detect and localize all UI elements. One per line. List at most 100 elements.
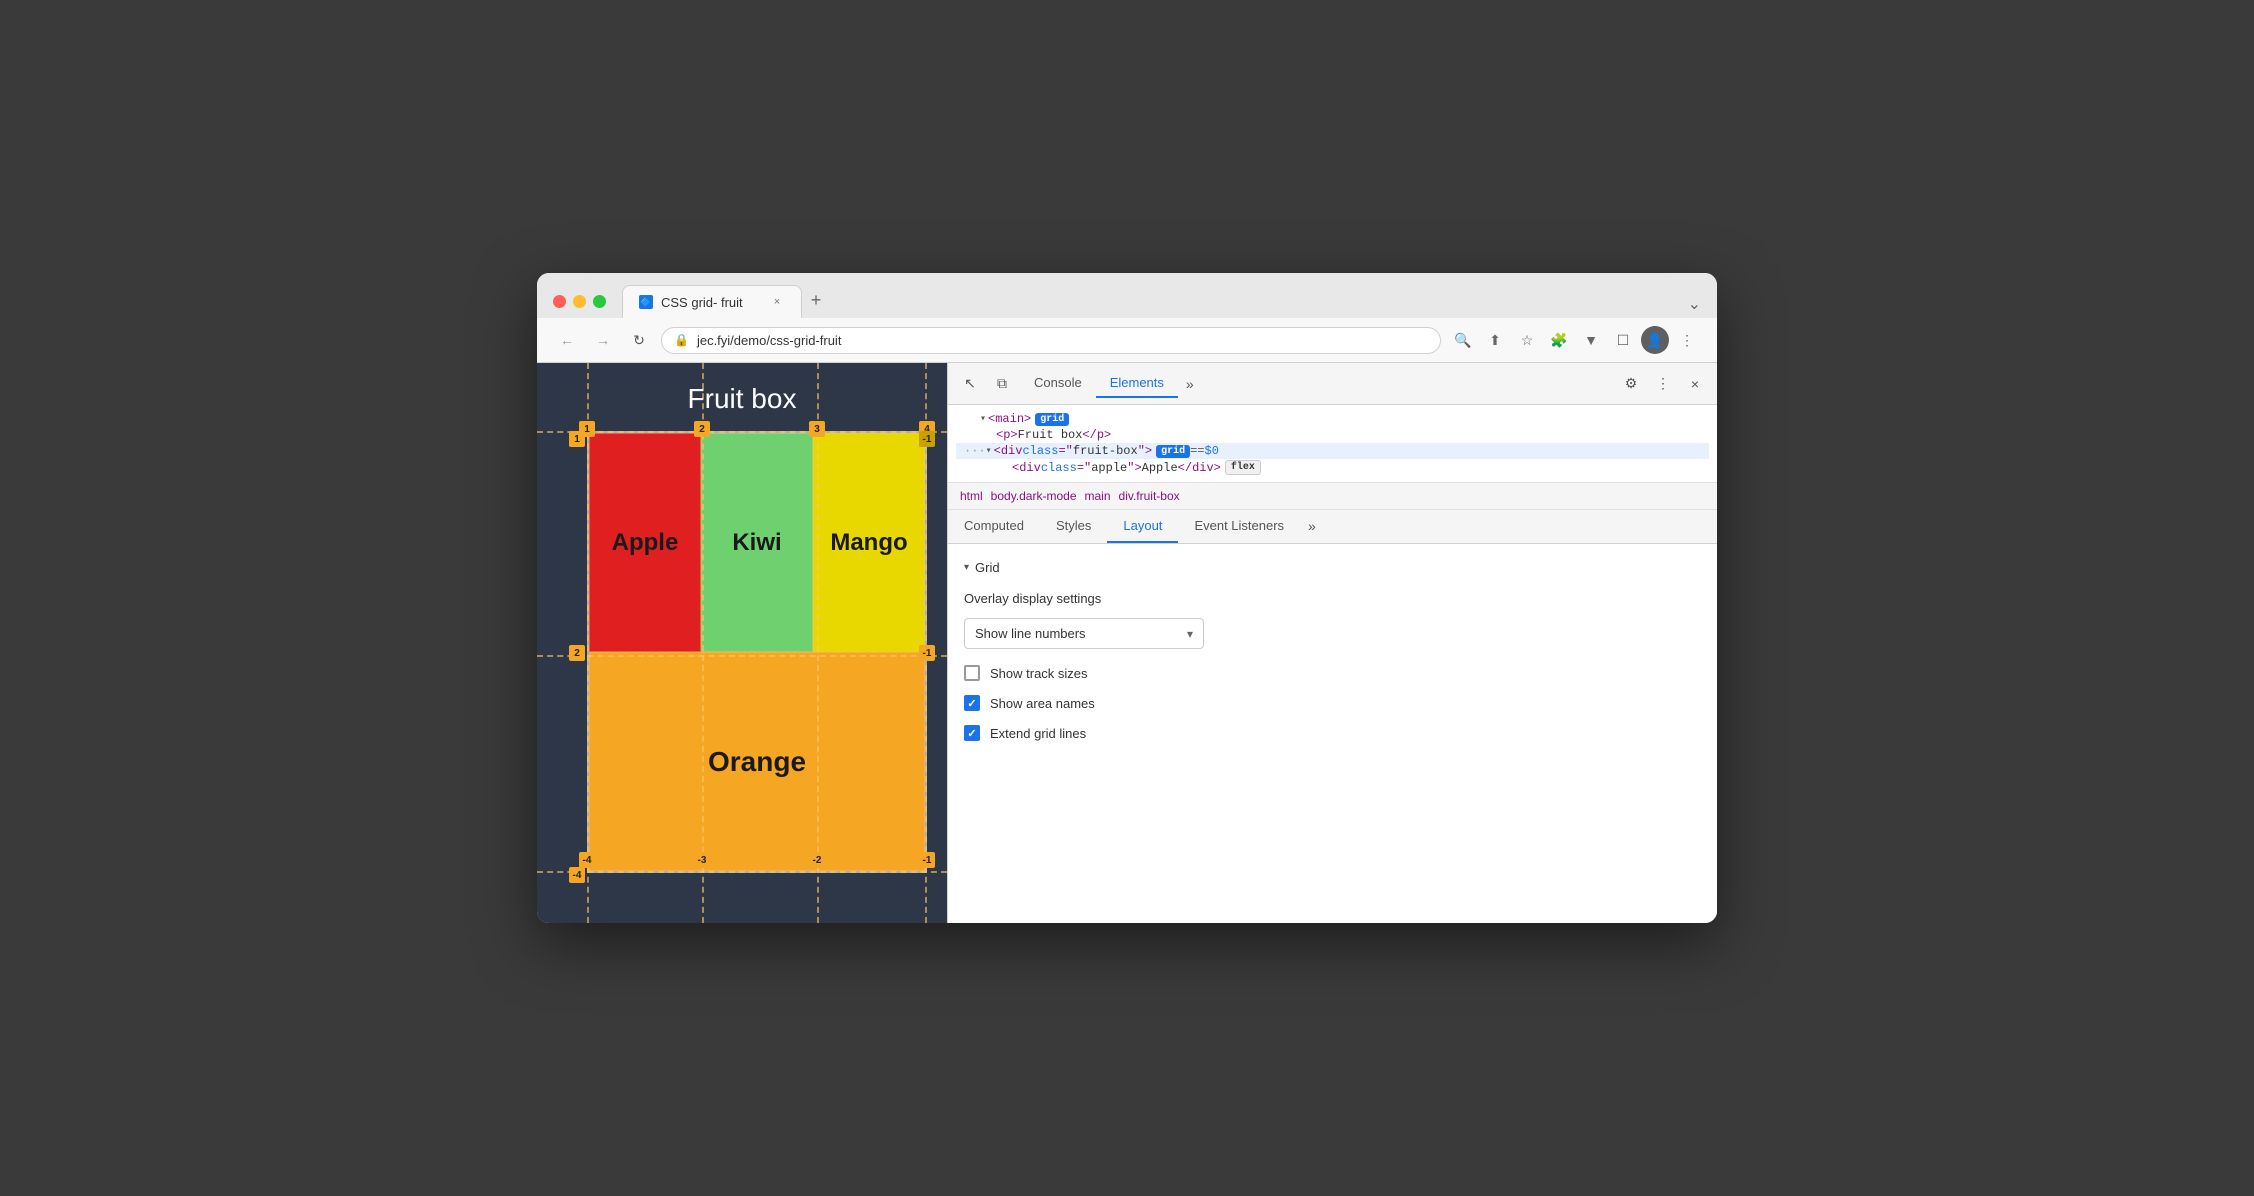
dom-div-tag: <div: [994, 444, 1023, 458]
dom-grid-badge-fruit-box[interactable]: grid: [1156, 445, 1190, 458]
dom-arrow-fruit-box: ▾: [986, 445, 992, 457]
kiwi-cell: Kiwi: [701, 433, 813, 652]
dom-line-main[interactable]: ▾ <main> grid: [956, 411, 1709, 427]
page-heading: Fruit box: [537, 363, 947, 431]
devtools-settings: ⚙ ⋮ ×: [1617, 370, 1709, 398]
extensions-icon[interactable]: 🧩: [1545, 326, 1573, 354]
tab-favicon: 🔷: [639, 295, 653, 309]
grid-num-neg-col2: -3: [694, 852, 710, 868]
grid-line-h2: [537, 655, 947, 657]
grid-num-neg-row-br: -1: [919, 645, 935, 661]
cast-icon[interactable]: ☐: [1609, 326, 1637, 354]
grid-num-neg-col4: -1: [919, 852, 935, 868]
devtools-panel: ↖ ⧉ Console Elements » ⚙ ⋮ × ▾: [947, 363, 1717, 923]
track-sizes-label: Show track sizes: [990, 666, 1088, 681]
forward-button[interactable]: →: [589, 326, 617, 354]
dom-line-apple[interactable]: <div class="apple">Apple</div> flex: [956, 459, 1709, 476]
fruit-grid: Apple Kiwi Mango Orange: [587, 431, 927, 873]
dom-apple-tag: <div: [1012, 461, 1041, 475]
new-tab-button[interactable]: +: [802, 286, 830, 314]
dom-arrow-main: ▾: [980, 413, 986, 425]
bc-body[interactable]: body.dark-mode: [987, 487, 1081, 505]
grid-line-v4: [925, 363, 927, 923]
dropdown-label: Show line numbers: [975, 626, 1086, 641]
settings-icon[interactable]: ⚙: [1617, 370, 1645, 398]
grid-num-col2-top: 2: [694, 421, 710, 437]
devtools-main-tabs: Console Elements »: [1020, 369, 1613, 398]
dom-grid-badge-main[interactable]: grid: [1035, 413, 1069, 426]
maximize-traffic-light[interactable]: [593, 295, 606, 308]
dom-equals: ==: [1190, 444, 1204, 458]
extend-grid-lines-row: Extend grid lines: [964, 725, 1701, 741]
layout-panel: ▾ Grid Overlay display settings Show lin…: [948, 544, 1717, 923]
console-tab[interactable]: Console: [1020, 369, 1096, 398]
dom-tree: ▾ <main> grid <p>Fruit box</p> ··· ▾ <di…: [948, 405, 1717, 483]
dropdown-row: Show line numbers ▾: [964, 618, 1701, 649]
grid-line-v2: [702, 363, 704, 923]
address-bar[interactable]: 🔒 jec.fyi/demo/css-grid-fruit: [661, 327, 1441, 354]
dom-p-tag: <p>: [996, 428, 1018, 442]
elements-tab[interactable]: Elements: [1096, 369, 1178, 398]
bc-main[interactable]: main: [1081, 487, 1115, 505]
devtools-more-icon[interactable]: ⋮: [1649, 370, 1677, 398]
lock-icon: 🔒: [674, 333, 689, 347]
tab-close-button[interactable]: ×: [769, 294, 785, 310]
tab-bar-chevron[interactable]: ⌄: [1688, 294, 1701, 314]
devtools-toolbar: ↖ ⧉ Console Elements » ⚙ ⋮ ×: [948, 363, 1717, 405]
zoom-icon[interactable]: 🔍: [1449, 326, 1477, 354]
share-icon[interactable]: ⬆: [1481, 326, 1509, 354]
grid-num-neg-row-bl: -4: [569, 867, 585, 883]
line-numbers-dropdown[interactable]: Show line numbers ▾: [964, 618, 1204, 649]
preview-wrapper: Fruit box 1 2 3 4 1 2 -4 -3: [537, 363, 947, 923]
url-text: jec.fyi/demo/css-grid-fruit: [697, 333, 1428, 348]
dom-line-fruit-box[interactable]: ··· ▾ <div class="fruit-box"> grid == $0: [956, 443, 1709, 459]
dom-dots: ···: [964, 444, 986, 458]
dom-dollar-zero: $0: [1205, 444, 1219, 458]
layout-tab[interactable]: Layout: [1107, 510, 1178, 543]
dropdown-arrow-icon: ▾: [1187, 627, 1193, 641]
area-names-checkbox[interactable]: [964, 695, 980, 711]
dom-flex-badge[interactable]: flex: [1225, 460, 1261, 475]
profile-icon[interactable]: 👤: [1641, 326, 1669, 354]
more-tabs-button[interactable]: »: [1178, 376, 1202, 392]
section-title: Grid: [975, 560, 1000, 575]
grid-line-v1: [587, 363, 589, 923]
section-arrow-icon: ▾: [964, 562, 969, 573]
device-toolbar-icon[interactable]: ⧉: [988, 370, 1016, 398]
title-bar: 🔷 CSS grid- fruit × + ⌄: [537, 273, 1717, 318]
grid-section-header[interactable]: ▾ Grid: [964, 560, 1701, 575]
event-listeners-tab[interactable]: Event Listeners: [1178, 510, 1300, 543]
toolbar-icons: 🔍 ⬆ ☆ 🧩 ▼ ☐ 👤 ⋮: [1449, 326, 1701, 354]
bc-div-fruit-box[interactable]: div.fruit-box: [1115, 487, 1184, 505]
mango-cell: Mango: [813, 433, 925, 652]
extend-grid-lines-checkbox[interactable]: [964, 725, 980, 741]
panel-more-button[interactable]: »: [1300, 510, 1324, 543]
dom-line-p[interactable]: <p>Fruit box</p>: [956, 427, 1709, 443]
grid-num-neg-row1: -1: [919, 431, 935, 447]
grid-num-neg-col3: -2: [809, 852, 825, 868]
extend-grid-lines-label: Extend grid lines: [990, 726, 1086, 741]
area-names-label: Show area names: [990, 696, 1095, 711]
active-tab[interactable]: 🔷 CSS grid- fruit ×: [622, 285, 802, 318]
styles-tab[interactable]: Styles: [1040, 510, 1107, 543]
puzzle-icon[interactable]: ▼: [1577, 326, 1605, 354]
bookmark-icon[interactable]: ☆: [1513, 326, 1541, 354]
computed-tab[interactable]: Computed: [948, 510, 1040, 543]
tab-bar: 🔷 CSS grid- fruit × + ⌄: [622, 285, 1701, 318]
devtools-close-icon[interactable]: ×: [1681, 370, 1709, 398]
toolbar: ← → ↻ 🔒 jec.fyi/demo/css-grid-fruit 🔍 ⬆ …: [537, 318, 1717, 363]
back-button[interactable]: ←: [553, 326, 581, 354]
element-picker-icon[interactable]: ↖: [956, 370, 984, 398]
orange-cell: Orange: [589, 652, 925, 871]
overlay-settings-title: Overlay display settings: [964, 591, 1701, 606]
minimize-traffic-light[interactable]: [573, 295, 586, 308]
grid-num-row1-left: 1: [569, 431, 585, 447]
tab-title: CSS grid- fruit: [661, 295, 743, 310]
track-sizes-checkbox[interactable]: [964, 665, 980, 681]
close-traffic-light[interactable]: [553, 295, 566, 308]
refresh-button[interactable]: ↻: [625, 326, 653, 354]
bc-html[interactable]: html: [956, 487, 987, 505]
more-menu-icon[interactable]: ⋮: [1673, 326, 1701, 354]
dom-main-tag: <main>: [988, 412, 1031, 426]
traffic-lights: [553, 295, 606, 308]
